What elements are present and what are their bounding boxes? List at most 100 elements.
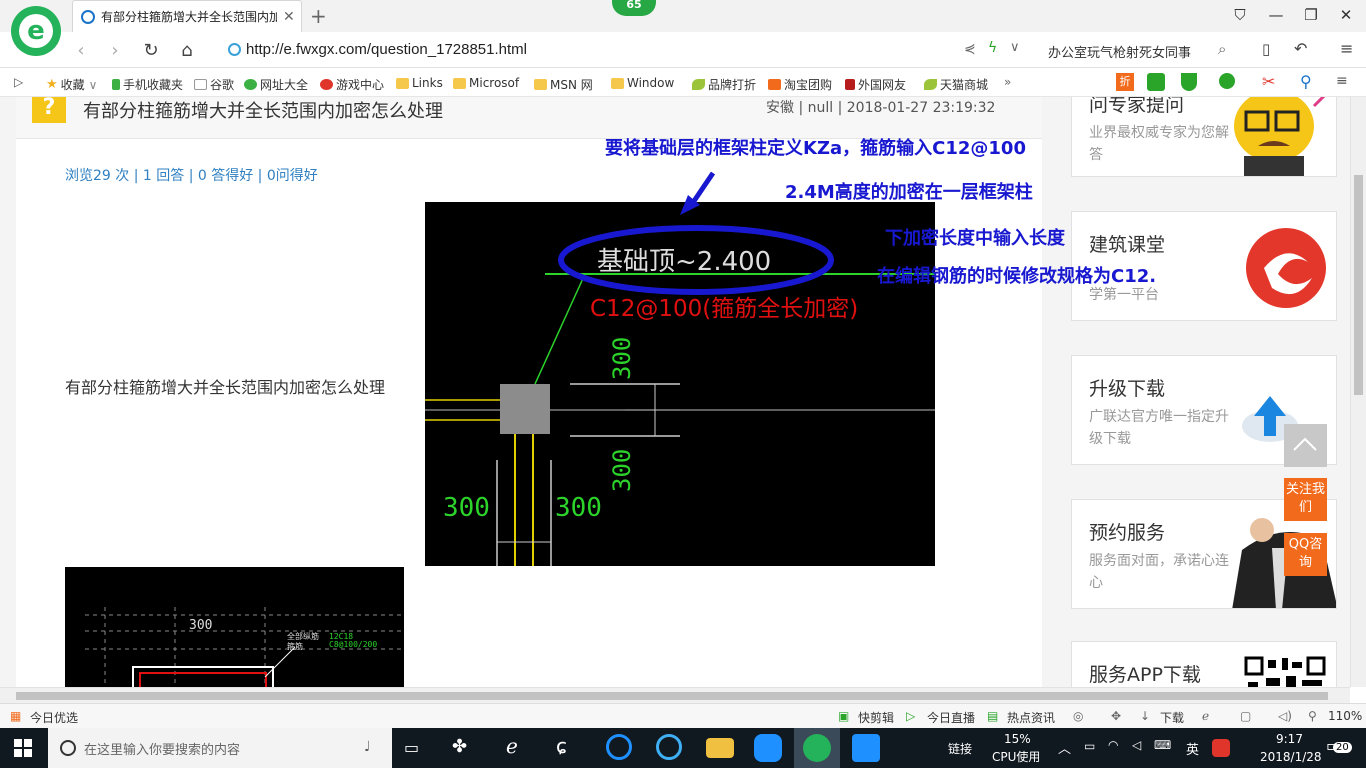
ime-indicator[interactable]: 英 bbox=[1186, 739, 1199, 758]
start-button[interactable] bbox=[14, 739, 32, 757]
today-picks-link[interactable]: 今日优选 bbox=[30, 709, 78, 726]
speed-icon[interactable]: ◎ bbox=[1073, 709, 1083, 723]
glodon-app-icon[interactable] bbox=[754, 734, 782, 762]
spiral-app-icon[interactable]: ɕ bbox=[556, 734, 567, 758]
bookmark-foreign[interactable]: 外国网友 bbox=[845, 76, 906, 93]
ie-mode-icon[interactable]: ℯ bbox=[1202, 709, 1209, 723]
shield-icon[interactable] bbox=[1181, 73, 1197, 91]
menu-icon[interactable]: ≡ bbox=[1336, 73, 1348, 89]
news-link[interactable]: 热点资讯 bbox=[1007, 709, 1055, 726]
windows-logo-pane bbox=[14, 749, 22, 757]
minimize-button[interactable]: — bbox=[1264, 6, 1288, 24]
home-button[interactable]: ⌂ bbox=[176, 40, 198, 61]
volume-icon[interactable]: ◁ bbox=[1132, 738, 1141, 752]
undo-icon[interactable]: ↶ bbox=[1294, 39, 1307, 58]
bookmark-hao[interactable]: 网址大全 bbox=[244, 76, 308, 93]
zoom-level[interactable]: 110% bbox=[1328, 709, 1362, 723]
search-field[interactable]: 办公室玩气枪射死女同事 ⌕ bbox=[1040, 36, 1240, 64]
edge-icon[interactable] bbox=[606, 734, 632, 760]
sidebar-toggle-icon[interactable]: ▷ bbox=[14, 75, 23, 89]
phone-icon[interactable]: ▯ bbox=[1262, 40, 1270, 58]
bookmark-tmall[interactable]: 天猫商城 bbox=[924, 76, 988, 93]
card-app-download[interactable]: 服务APP下载 bbox=[1071, 641, 1337, 687]
card-subtitle: 服务面对面，承诺心连心 bbox=[1089, 553, 1229, 591]
bookmark-links[interactable]: Links bbox=[396, 76, 443, 90]
clock-date[interactable]: 2018/1/28 bbox=[1260, 750, 1322, 764]
menu-icon[interactable]: ≡ bbox=[1340, 39, 1353, 58]
dim-300-right: 300 bbox=[555, 493, 602, 523]
url-field[interactable]: http://e.fwxgx.com/question_1728851.html… bbox=[222, 36, 1032, 64]
maximize-button[interactable]: ❐ bbox=[1299, 6, 1323, 24]
globe-icon bbox=[244, 79, 257, 90]
book-icon[interactable] bbox=[1147, 73, 1165, 91]
close-tab-icon[interactable]: ✕ bbox=[283, 9, 295, 25]
live-link[interactable]: 今日直播 bbox=[927, 709, 975, 726]
follow-us-button[interactable]: 关注我们 bbox=[1284, 478, 1327, 521]
card-subtitle: 广联达官方唯一指定升级下载 bbox=[1089, 409, 1229, 447]
ie-icon bbox=[81, 9, 95, 24]
bookmark-taobao[interactable]: 淘宝团购 bbox=[768, 76, 832, 93]
close-window-button[interactable]: ✕ bbox=[1334, 6, 1358, 24]
card-ask-expert[interactable]: 问专家提问 业界最权威专家为您解答 bbox=[1071, 97, 1337, 177]
battery-icon[interactable]: ▭ bbox=[1084, 739, 1095, 753]
annotation-line-1: 要将基础层的框架柱定义KZa，箍筋输入C12@100 bbox=[605, 138, 1026, 159]
task-view-icon[interactable]: ▭ bbox=[404, 738, 419, 757]
bookmark-microsoft[interactable]: Microsof bbox=[453, 76, 519, 90]
sogou-icon[interactable] bbox=[1212, 739, 1230, 757]
more-bookmarks-icon[interactable]: » bbox=[1004, 75, 1011, 89]
bookmark-google[interactable]: 谷歌 bbox=[194, 76, 234, 93]
qq-consult-button[interactable]: QQ咨询 bbox=[1284, 533, 1327, 576]
discount-icon[interactable]: 折 bbox=[1116, 73, 1134, 91]
scroll-thumb[interactable] bbox=[1354, 175, 1363, 395]
play-icon: ▷ bbox=[906, 709, 916, 723]
link-label[interactable]: 链接 bbox=[948, 740, 972, 757]
forward-button[interactable]: › bbox=[104, 40, 126, 61]
plugin-icon[interactable] bbox=[1219, 73, 1235, 89]
notification-badge[interactable]: 65 bbox=[612, 0, 656, 16]
fan-icon[interactable]: ✤ bbox=[452, 736, 467, 757]
flag-icon bbox=[845, 79, 855, 90]
doc-icon bbox=[194, 79, 207, 90]
bookmark-brand-sale[interactable]: 品牌打折 bbox=[692, 76, 756, 93]
download-link[interactable]: 下载 bbox=[1160, 709, 1184, 726]
annotation-highlight bbox=[558, 171, 834, 295]
bookmarks-bar: ▷ ★ 收藏 ∨ 手机收藏夹 谷歌 网址大全 游戏中心 Links Microsof… bbox=[0, 69, 1366, 97]
magnifier-icon[interactable]: ⚲ bbox=[1300, 72, 1312, 91]
window-icon[interactable]: ▢ bbox=[1240, 709, 1251, 723]
ie-icon[interactable]: ℯ bbox=[506, 734, 518, 758]
bookmark-msn[interactable]: MSN 网 bbox=[534, 76, 593, 93]
new-tab-button[interactable]: + bbox=[310, 4, 327, 28]
refresh-button[interactable]: ↻ bbox=[140, 40, 162, 61]
back-to-top-button[interactable] bbox=[1284, 424, 1327, 467]
chevron-up-icon[interactable]: ︿ bbox=[1058, 738, 1071, 757]
kuaijianji-link[interactable]: 快剪辑 bbox=[858, 709, 894, 726]
taskbar-search[interactable]: 在这里输入你要搜索的内容 ♩ bbox=[48, 728, 392, 768]
360-browser-icon[interactable] bbox=[803, 734, 831, 762]
ie-blue-icon[interactable] bbox=[656, 734, 682, 760]
clock-time[interactable]: 9:17 bbox=[1276, 732, 1303, 746]
lightning-icon[interactable]: ϟ bbox=[988, 40, 997, 56]
chevron-down-icon[interactable]: ∨ bbox=[1010, 40, 1020, 55]
keyboard-icon[interactable]: ⌨ bbox=[1154, 738, 1171, 752]
bookmark-mobile[interactable]: 手机收藏夹 bbox=[112, 76, 183, 93]
scroll-thumb[interactable] bbox=[16, 692, 1328, 700]
plugin-icon[interactable]: ✥ bbox=[1111, 709, 1121, 723]
volume-icon[interactable]: ◁) bbox=[1278, 709, 1292, 723]
wifi-icon[interactable]: ◠ bbox=[1108, 738, 1118, 752]
microphone-icon[interactable]: ♩ bbox=[364, 739, 371, 755]
file-explorer-icon[interactable] bbox=[706, 738, 734, 758]
question-stats[interactable]: 浏览29 次 | 1 回答 | 0 答得好 | 0问得好 bbox=[65, 165, 318, 185]
bookmark-favorites[interactable]: ★ 收藏 ∨ bbox=[46, 76, 97, 93]
horizontal-scrollbar[interactable] bbox=[0, 687, 1350, 703]
browser-logo[interactable]: e bbox=[11, 6, 61, 56]
scissors-icon[interactable]: ✂ bbox=[1262, 72, 1275, 91]
bookmark-games[interactable]: 游戏中心 bbox=[320, 76, 384, 93]
bookmark-windows[interactable]: Window bbox=[611, 76, 674, 90]
share-icon[interactable]: ⋞ bbox=[964, 41, 976, 57]
shirt-icon[interactable]: ⛉ bbox=[1228, 6, 1252, 24]
browser-tab[interactable]: 有部分柱箍筋增大并全长范围内加 ✕ bbox=[72, 0, 302, 32]
back-button[interactable]: ‹ bbox=[70, 40, 92, 61]
vertical-scrollbar[interactable] bbox=[1350, 97, 1366, 687]
remote-app-icon[interactable] bbox=[852, 734, 880, 762]
search-icon[interactable]: ⌕ bbox=[1218, 40, 1226, 58]
